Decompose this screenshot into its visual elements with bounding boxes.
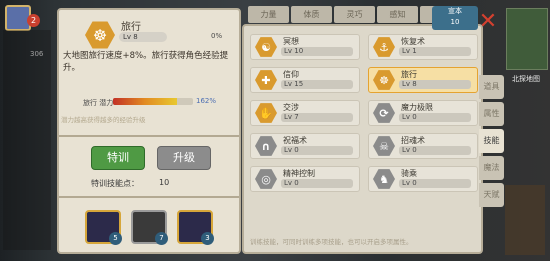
skill-name: 魔力极限: [401, 103, 433, 112]
skill-card[interactable]: ◎ 精神控制 Lv 0: [250, 166, 360, 192]
skill-detail-panel: ☸ 旅行 Lv 8 0% 大地图旅行速度+8%。旅行获得角色经验提升。 旅行 潜…: [57, 8, 241, 254]
hero-count: 3: [201, 232, 214, 245]
skill-level: Lv 1: [399, 47, 471, 56]
side-tab[interactable]: 属性: [479, 102, 504, 126]
side-tab[interactable]: 天赋: [479, 183, 504, 207]
training-points-value: 10: [159, 178, 170, 187]
skill-name: 信仰: [283, 70, 299, 79]
tab-badge-label: 宣本: [448, 7, 462, 15]
potential-bar: [113, 98, 193, 105]
skill-level: Lv 0: [399, 179, 471, 188]
handshake-icon: ✋: [255, 103, 277, 123]
skill-name: 交涉: [283, 103, 299, 112]
skill-name: 恢复术: [401, 37, 425, 46]
minimap-label: 北探地图: [512, 75, 540, 83]
stat-tab[interactable]: 体质: [291, 6, 332, 23]
skull-icon: ☠: [373, 136, 395, 156]
potential-note: 潜力越高获得越多的经验升级: [61, 116, 146, 124]
stat-tab[interactable]: 灵巧: [334, 6, 375, 23]
skill-level: Lv 0: [399, 113, 471, 122]
side-tab[interactable]: 魔法: [479, 156, 504, 180]
skill-card[interactable]: ☠ 招魂术 Lv 0: [368, 133, 478, 159]
wheel-icon: ☸: [85, 21, 115, 49]
skills-panel: 力量 体质 灵巧 感知 魔力 宣本 10 ☯冥想Lv 10⚓恢复术Lv 1✚信仰…: [242, 6, 483, 254]
hero-slot[interactable]: 5: [85, 210, 122, 245]
minimap-frame[interactable]: [506, 8, 548, 70]
potential-percent: 162%: [196, 97, 217, 105]
wheel-icon: ☸: [373, 70, 395, 90]
potential-label: 旅行 潜力: [83, 99, 114, 107]
side-tab[interactable]: 道具: [479, 75, 504, 99]
meditate-icon: ☯: [255, 37, 277, 57]
skill-name: 旅行: [401, 70, 417, 79]
left-menu-strip: [3, 30, 51, 250]
hero-slot[interactable]: 7: [131, 210, 168, 245]
training-points-label: 特训技能点：: [91, 179, 139, 188]
skill-name: 骑乘: [401, 169, 417, 178]
hero-slot[interactable]: 3: [177, 210, 214, 245]
cross-icon: ✚: [255, 70, 277, 90]
side-tab[interactable]: 技能: [479, 129, 504, 153]
level-progress-percent: 0%: [211, 32, 223, 40]
skill-level: Lv 7: [281, 113, 353, 122]
skill-card[interactable]: ⚓ 恢复术 Lv 1: [368, 34, 478, 60]
skill-card[interactable]: ✚ 信仰 Lv 15: [250, 67, 360, 93]
skill-name: 精神控制: [283, 169, 315, 178]
hero-count: 5: [109, 232, 122, 245]
upgrade-button[interactable]: 升级: [157, 146, 211, 170]
knight-icon: ♞: [373, 169, 395, 189]
stat-tab[interactable]: 力量: [248, 6, 289, 23]
skill-level: Lv 8: [119, 32, 167, 42]
skill-name: 招魂术: [401, 136, 425, 145]
skill-level: Lv 15: [281, 80, 353, 89]
skill-level: Lv 10: [281, 47, 353, 56]
train-button[interactable]: 特训: [91, 146, 145, 170]
map-decoration: [505, 185, 545, 255]
skill-name: 旅行: [121, 22, 141, 33]
skill-level: Lv 8: [399, 80, 471, 89]
arch-icon: ∩: [255, 136, 277, 156]
anchor-icon: ⚓: [373, 37, 395, 57]
skill-card[interactable]: ∩ 祝福术 Lv 0: [250, 133, 360, 159]
skill-name: 冥想: [283, 37, 299, 46]
arrows-icon: ⟳: [373, 103, 395, 123]
skill-card[interactable]: ☸ 旅行 Lv 8: [368, 67, 478, 93]
spiral-icon: ◎: [255, 169, 277, 189]
tab-badge-count: 10: [450, 18, 460, 26]
skill-card[interactable]: ⟳ 魔力极限 Lv 0: [368, 100, 478, 126]
skill-description: 大地图旅行速度+8%。旅行获得角色经验提升。: [63, 51, 229, 73]
footer-hint: 训练技能，可同时训练多项技能，也可以开启多项属性。: [250, 238, 413, 246]
level-badge: 2: [27, 14, 40, 27]
skill-level: Lv 0: [281, 179, 353, 188]
hero-count: 7: [155, 232, 168, 245]
skill-card[interactable]: ✋ 交涉 Lv 7: [250, 100, 360, 126]
skill-level: Lv 0: [281, 146, 353, 155]
tab-badge[interactable]: 宣本 10: [432, 6, 478, 30]
divider: [59, 196, 239, 198]
skill-card[interactable]: ☯ 冥想 Lv 10: [250, 34, 360, 60]
divider: [59, 135, 239, 137]
skill-card[interactable]: ♞ 骑乘 Lv 0: [368, 166, 478, 192]
stat-tab[interactable]: 感知: [377, 6, 418, 23]
skill-name: 祝福术: [283, 136, 307, 145]
skill-level: Lv 0: [399, 146, 471, 155]
potential-bar-fill: [113, 98, 177, 105]
